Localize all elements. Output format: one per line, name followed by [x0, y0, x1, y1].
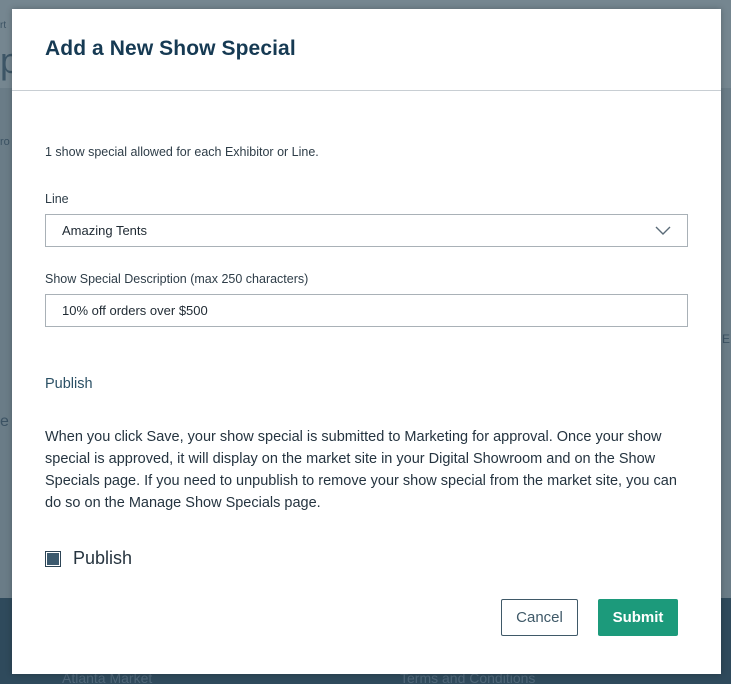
- background-fragment: ro: [0, 136, 10, 148]
- background-fragment: rt: [0, 20, 7, 31]
- modal-header: Add a New Show Special: [12, 9, 721, 91]
- cancel-button[interactable]: Cancel: [501, 599, 578, 636]
- background-fragment: e: [0, 413, 9, 430]
- line-label: Line: [45, 192, 69, 206]
- publish-checkbox-label[interactable]: Publish: [73, 548, 132, 569]
- add-show-special-modal: Add a New Show Special 1 show special al…: [12, 9, 721, 674]
- publish-heading: Publish: [45, 376, 93, 392]
- chevron-down-icon: [655, 226, 671, 235]
- line-select[interactable]: Amazing Tents: [45, 214, 688, 247]
- line-select-value: Amazing Tents: [62, 223, 148, 238]
- submit-button[interactable]: Submit: [598, 599, 678, 636]
- modal-title: Add a New Show Special: [45, 37, 296, 60]
- publish-description: When you click Save, your show special i…: [45, 429, 677, 511]
- limit-note: 1 show special allowed for each Exhibito…: [45, 145, 319, 159]
- publish-checkbox[interactable]: [45, 550, 61, 567]
- description-label: Show Special Description (max 250 charac…: [45, 272, 309, 286]
- publish-checkbox-row[interactable]: Publish: [45, 548, 132, 569]
- description-input[interactable]: [45, 294, 688, 327]
- background-fragment: E: [722, 332, 731, 346]
